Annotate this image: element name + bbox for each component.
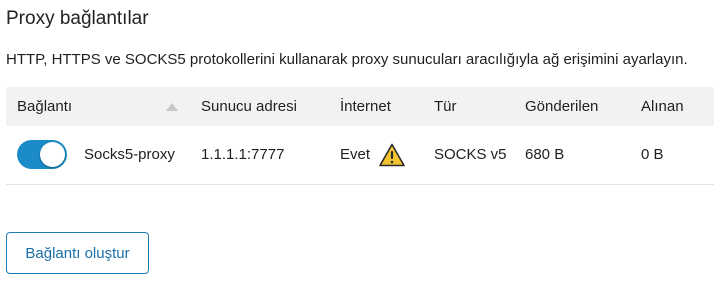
bytes-received: 0 B: [641, 146, 664, 163]
page-description: HTTP, HTTPS ve SOCKS5 protokollerini kul…: [6, 51, 688, 68]
create-connection-button[interactable]: Bağlantı oluştur: [6, 232, 149, 274]
column-header-type[interactable]: Tür: [434, 87, 457, 126]
table-header: Bağlantı Sunucu adresi İnternet Tür Gönd…: [6, 87, 714, 126]
column-header-received[interactable]: Alınan: [641, 87, 684, 126]
toggle-knob: [40, 142, 65, 167]
connection-enabled-toggle[interactable]: [17, 140, 67, 169]
connection-name[interactable]: Socks5-proxy: [84, 126, 175, 184]
column-header-sent[interactable]: Gönderilen: [525, 87, 598, 126]
sort-up-icon[interactable]: [166, 103, 178, 111]
table-row[interactable]: Socks5-proxy 1.1.1.1:7777 Evet SOCKS v5 …: [6, 126, 714, 185]
internet-status: Evet: [340, 146, 371, 163]
page-title: Proxy bağlantılar: [6, 8, 149, 29]
proxy-connections-table: Bağlantı Sunucu adresi İnternet Tür Gönd…: [6, 87, 714, 185]
server-address: 1.1.1.1:7777: [201, 146, 285, 163]
column-header-connection[interactable]: Bağlantı: [17, 87, 72, 126]
warning-icon[interactable]: [379, 143, 405, 167]
column-header-internet[interactable]: İnternet: [340, 87, 391, 126]
bytes-sent: 680 B: [525, 146, 565, 163]
column-header-server-address[interactable]: Sunucu adresi: [201, 87, 297, 126]
proxy-type: SOCKS v5: [434, 146, 507, 163]
